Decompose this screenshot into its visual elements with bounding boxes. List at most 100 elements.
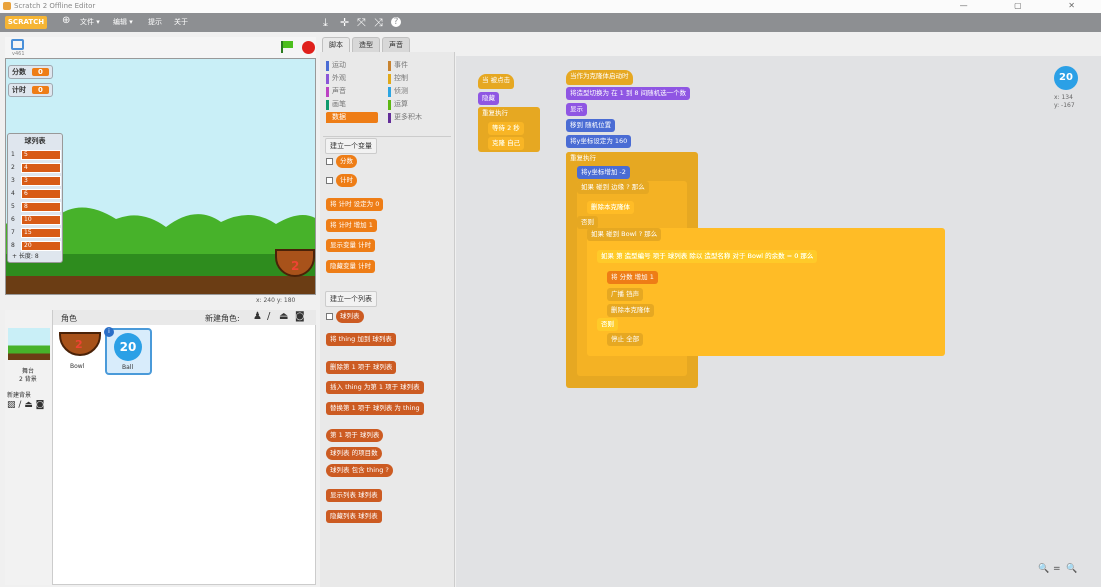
s2-set-y[interactable]: 将y坐标设定为 160 <box>566 135 632 148</box>
block-hide-var[interactable]: 隐藏变量 计时 <box>326 260 376 273</box>
s2-delete-clone-2[interactable]: 删除本克隆体 <box>607 304 654 317</box>
s2-change-y[interactable]: 将y坐标增加 -2 <box>577 166 630 179</box>
s2-goto[interactable]: 移到 随机位置 <box>566 119 616 132</box>
category-3[interactable]: 控制 <box>388 73 408 84</box>
list-item[interactable]: 58 <box>11 202 61 212</box>
block-length-of-list[interactable]: 球列表 的项目数 <box>326 447 382 460</box>
block-show-list[interactable]: 显示列表 球列表 <box>326 489 382 502</box>
block-set-var[interactable]: 将 计时 设定为 0 <box>326 198 384 211</box>
make-list-button[interactable]: 建立一个列表 <box>325 291 377 307</box>
block-palette: 运动 事件外观 控制声音 侦测画笔 运算 数据 更多积木 建立一个变量 分数 计时 将 计时… <box>320 52 455 587</box>
block-replace-item[interactable]: 替换第 1 项于 球列表 为 thing <box>326 402 424 415</box>
list-block[interactable]: 球列表 <box>336 310 364 323</box>
sprite-thumb-ball[interactable]: i 20 Ball <box>104 327 152 375</box>
make-variable-button[interactable]: 建立一个变量 <box>325 138 377 154</box>
block-show-var[interactable]: 显示变量 计时 <box>326 239 376 252</box>
var-block-score[interactable]: 分数 <box>336 155 357 168</box>
language-globe-icon[interactable]: ⊕ <box>62 15 70 26</box>
scratch-logo: SCRATCH <box>5 16 47 29</box>
sprite-panel-header: 角色 新建角色: ♟ / ⏏ ◙ <box>53 310 316 325</box>
block-insert-at-list[interactable]: 插入 thing 为第 1 项于 球列表 <box>326 381 424 394</box>
s2-delete-clone-1[interactable]: 删除本克隆体 <box>587 201 634 214</box>
fullscreen-icon[interactable] <box>11 39 24 50</box>
var-checkbox-score[interactable] <box>326 158 333 165</box>
stage-thumbnail-panel[interactable]: 舞台 2 背景 新建背景 ▨ / ⏏ ◙ <box>5 310 53 585</box>
var-checkbox-timer[interactable] <box>326 177 333 184</box>
category-0[interactable]: 运动 <box>326 60 346 71</box>
tab-costumes[interactable]: 造型 <box>352 37 380 52</box>
s2-forever-label: 重复执行 <box>566 152 600 165</box>
camera-sprite-icon[interactable]: ◙ <box>295 311 305 322</box>
sprite-info-badge[interactable]: i <box>104 327 114 337</box>
s2-show[interactable]: 显示 <box>566 103 587 116</box>
sprite-name-ball: Ball <box>122 364 134 371</box>
upload-sprite-icon[interactable]: ⏏ <box>279 311 288 322</box>
list-item[interactable]: 6 10 <box>11 215 61 225</box>
monitor-timer[interactable]: 计时 0 <box>8 83 53 97</box>
list-checkbox[interactable] <box>326 313 333 320</box>
sprite-library-icon[interactable]: ♟ <box>253 311 262 322</box>
menu-tips[interactable]: 提示 <box>148 17 162 27</box>
paint-sprite-icon[interactable]: / <box>267 311 270 322</box>
green-flag-icon[interactable] <box>281 41 293 53</box>
scripts-area[interactable]: 当 被点击 隐藏 重复执行 等待 2 秒 克隆 自己 当作为克隆体启动时 将造型… <box>456 56 1101 587</box>
menu-about[interactable]: 关于 <box>174 17 188 27</box>
category-8[interactable]: 数据 <box>326 112 378 123</box>
stage-thumbnail[interactable] <box>8 328 50 360</box>
block-item-of-list[interactable]: 第 1 项于 球列表 <box>326 429 384 442</box>
sprite-x: x: 134 <box>1054 94 1073 101</box>
new-backdrop-icons[interactable]: ▨ / ⏏ ◙ <box>7 400 44 410</box>
menu-edit[interactable]: 编辑 ▾ <box>113 17 133 27</box>
list-item[interactable]: 7 15 <box>11 228 61 238</box>
window-controls[interactable]: — ▢ ✕ <box>960 1 1097 10</box>
s1-hide[interactable]: 隐藏 <box>478 92 499 105</box>
var-block-timer[interactable]: 计时 <box>336 174 357 187</box>
s2-if-mod[interactable]: 如果 第 造型编号 项于 球列表 除以 造型名称 对于 Bowl 的余数 = 0… <box>597 250 818 263</box>
block-hide-list[interactable]: 隐藏列表 球列表 <box>326 510 382 523</box>
list-monitor[interactable]: 球列表 1 5 2 4 3 3 4 6 5 8 6 10 7 15 8 20 + 长度: 8 <box>7 133 63 263</box>
category-9[interactable]: 更多积木 <box>388 112 422 123</box>
list-item[interactable]: 24 <box>11 163 61 173</box>
category-6[interactable]: 画笔 <box>326 99 346 110</box>
list-item[interactable]: 15 <box>11 150 61 160</box>
cut-tool-icon[interactable]: ✛ <box>340 16 349 29</box>
block-change-var[interactable]: 将 计时 增加 1 <box>326 219 377 232</box>
s2-stop-all[interactable]: 停止 全部 <box>607 333 644 346</box>
category-7[interactable]: 运算 <box>388 99 408 110</box>
menu-file[interactable]: 文件 ▾ <box>80 17 100 27</box>
category-1[interactable]: 事件 <box>388 60 408 71</box>
tab-sounds[interactable]: 声音 <box>382 37 410 52</box>
s2-switch-costume[interactable]: 将造型切换为 在 1 到 8 间随机选一个数 <box>566 87 691 100</box>
zoom-out-icon[interactable]: 🔍 <box>1038 564 1049 574</box>
version-label: v461 <box>12 51 25 57</box>
s2-broadcast[interactable]: 广播 铛声 <box>607 288 644 301</box>
new-backdrop-label: 新建背景 <box>7 392 32 399</box>
block-add-to-list[interactable]: 将 thing 加到 球列表 <box>326 333 396 346</box>
s1-clone[interactable]: 克隆 自己 <box>488 137 525 150</box>
sprite-name-bowl: Bowl <box>70 363 85 370</box>
category-4[interactable]: 声音 <box>326 86 346 97</box>
sprite-thumb-bowl[interactable]: 2 Bowl <box>57 328 104 375</box>
category-5[interactable]: 侦测 <box>388 86 408 97</box>
s1-hat-flag[interactable]: 当 被点击 <box>478 74 515 89</box>
app-icon <box>3 2 11 10</box>
duplicate-tool-icon[interactable]: ⤓ <box>323 16 328 30</box>
zoom-reset-icon[interactable]: = <box>1053 564 1061 574</box>
block-list-contains[interactable]: 球列表 包含 thing ? <box>326 464 393 477</box>
shrink-tool-icon[interactable]: ⤨ <box>374 16 383 30</box>
monitor-score[interactable]: 分数 0 <box>8 65 53 79</box>
list-item[interactable]: 8 20 <box>11 241 61 251</box>
stop-icon[interactable] <box>302 41 315 54</box>
help-tool-icon[interactable]: ? <box>391 17 401 27</box>
zoom-in-icon[interactable]: 🔍 <box>1066 564 1077 574</box>
list-item[interactable]: 46 <box>11 189 61 199</box>
s2-hat-clone[interactable]: 当作为克隆体启动时 <box>566 70 633 85</box>
s2-change-score[interactable]: 将 分数 增加 1 <box>607 271 658 284</box>
category-2[interactable]: 外观 <box>326 73 346 84</box>
s1-wait[interactable]: 等待 2 秒 <box>488 122 524 135</box>
tab-scripts[interactable]: 脚本 <box>322 37 350 52</box>
grow-tool-icon[interactable]: ⤧ <box>357 16 366 30</box>
block-delete-of-list[interactable]: 删除第 1 项于 球列表 <box>326 361 397 374</box>
s1-forever-label: 重复执行 <box>478 107 512 120</box>
list-item[interactable]: 33 <box>11 176 61 186</box>
